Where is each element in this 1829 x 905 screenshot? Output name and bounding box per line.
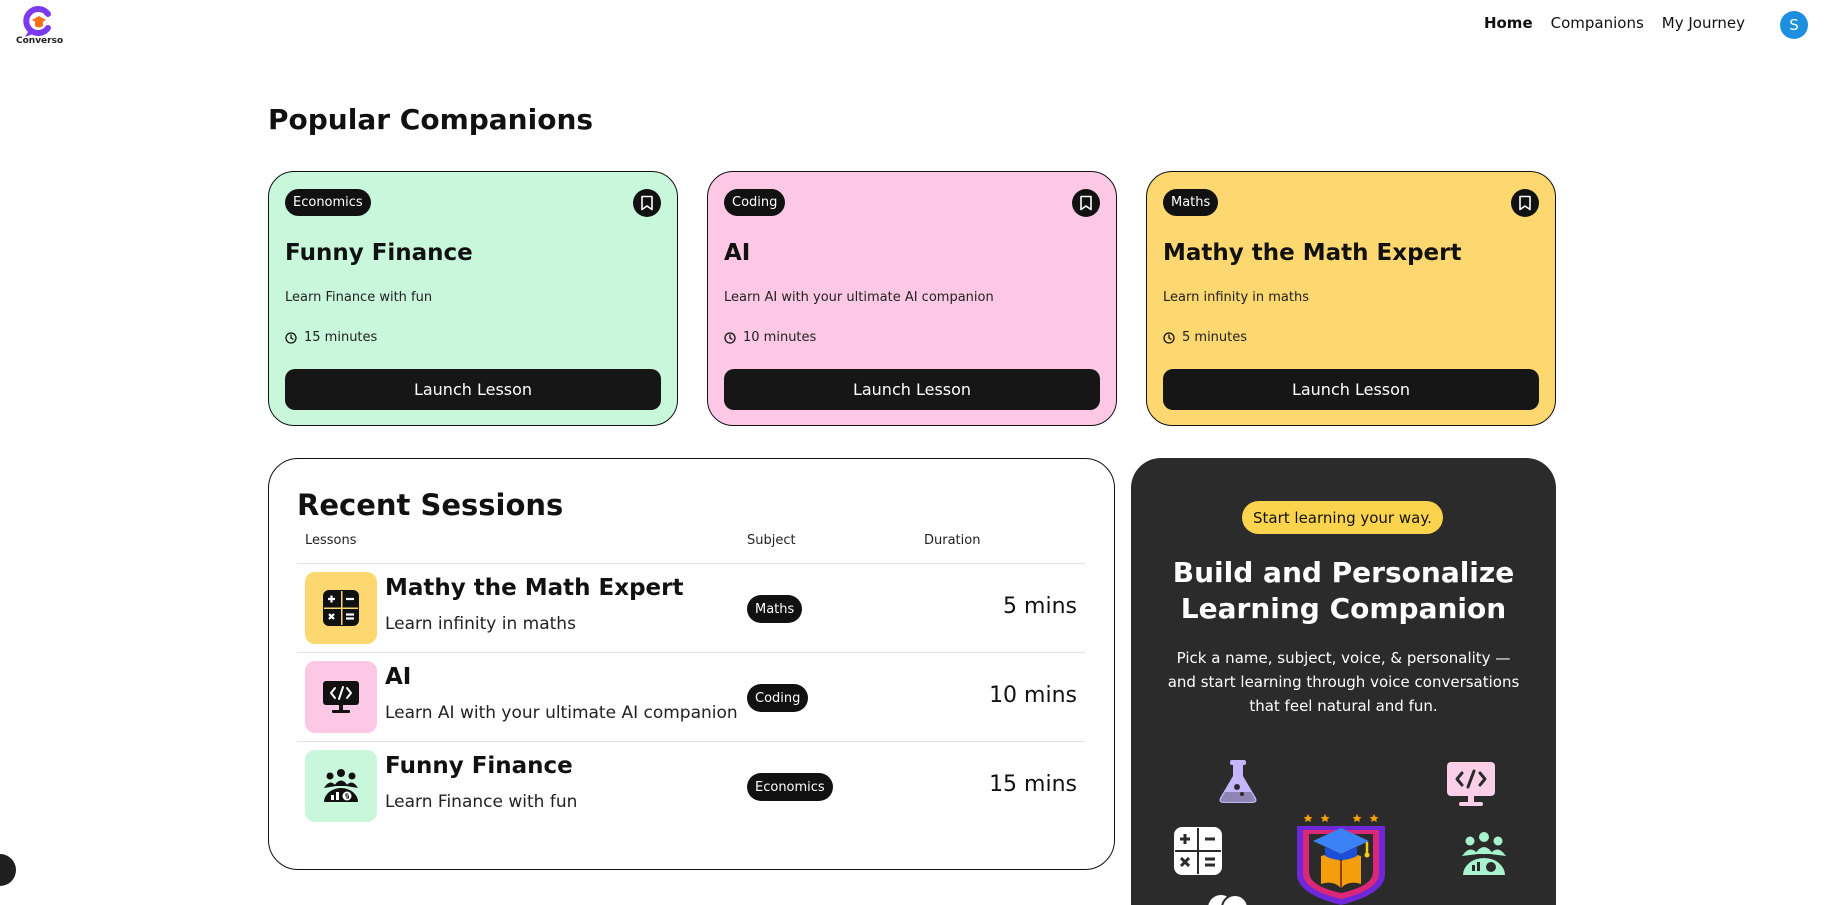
companion-description: Learn infinity in maths xyxy=(1163,290,1310,305)
cta-pill: Start learning your way. xyxy=(1242,501,1443,534)
side-toggle-button[interactable] xyxy=(0,854,16,886)
converso-logo[interactable]: Converso xyxy=(16,5,64,47)
subject-badge: Coding xyxy=(747,684,809,712)
companion-duration: 15 minutes xyxy=(285,330,377,345)
user-avatar[interactable]: S xyxy=(1780,11,1808,39)
clock-icon xyxy=(724,331,736,344)
finance-people-illustration-icon xyxy=(1462,832,1506,875)
session-row[interactable]: Funny Finance Learn Finance with fun Eco… xyxy=(297,742,1085,830)
bookmark-icon[interactable] xyxy=(633,189,661,217)
calculator-illustration-icon xyxy=(1174,827,1222,875)
companion-card-funny-finance: Economics Funny Finance Learn Finance wi… xyxy=(268,171,678,426)
bookmark-icon[interactable] xyxy=(1511,189,1539,217)
graduation-badge-icon xyxy=(1297,814,1385,905)
code-monitor-icon xyxy=(305,661,377,733)
code-monitor-illustration-icon xyxy=(1447,762,1495,806)
column-header-duration: Duration xyxy=(924,533,981,548)
companion-name: Funny Finance xyxy=(285,240,473,266)
recent-sessions-title: Recent Sessions xyxy=(297,488,564,522)
companion-description: Learn AI with your ultimate AI companion xyxy=(724,290,994,305)
session-description: Learn infinity in maths xyxy=(385,614,576,634)
logo-text: Converso xyxy=(16,36,64,46)
session-row[interactable]: Mathy the Math Expert Learn infinity in … xyxy=(297,564,1085,652)
companion-duration: 5 minutes xyxy=(1163,330,1247,345)
session-duration: 10 mins xyxy=(989,683,1077,708)
build-companion-cta: Start learning your way. Build and Perso… xyxy=(1131,458,1556,905)
companion-name: Mathy the Math Expert xyxy=(1163,240,1462,266)
launch-lesson-button[interactable]: Launch Lesson xyxy=(285,369,661,410)
nav-my-journey-link[interactable]: My Journey xyxy=(1662,14,1745,32)
subject-badge: Economics xyxy=(747,773,833,801)
session-name: AI xyxy=(385,664,412,690)
subject-badge: Coding xyxy=(724,189,786,216)
cta-description: Pick a name, subject, voice, & personali… xyxy=(1167,649,1520,715)
session-description: Learn Finance with fun xyxy=(385,792,578,812)
flask-icon xyxy=(1219,760,1257,803)
subject-badge: Maths xyxy=(1163,189,1219,216)
duration-text: 15 minutes xyxy=(304,330,378,345)
companion-card-mathy: Maths Mathy the Math Expert Learn infini… xyxy=(1146,171,1556,426)
navbar: Converso Home Companions My Journey S xyxy=(0,0,1829,52)
coins-icon xyxy=(1208,894,1249,905)
cta-title: Build and Personalize Learning Companion xyxy=(1172,556,1515,625)
session-duration: 15 mins xyxy=(989,772,1077,797)
bookmark-icon[interactable] xyxy=(1072,189,1100,217)
subject-badge: Maths xyxy=(747,595,803,623)
session-duration: 5 mins xyxy=(1003,594,1077,619)
companion-card-ai: Coding AI Learn AI with your ultimate AI… xyxy=(707,171,1117,426)
subject-badge: Economics xyxy=(285,189,371,216)
popular-companions-title: Popular Companions xyxy=(268,103,594,136)
clock-icon xyxy=(285,331,297,344)
column-header-subject: Subject xyxy=(747,533,796,548)
companion-description: Learn Finance with fun xyxy=(285,290,433,305)
duration-text: 5 minutes xyxy=(1182,330,1248,345)
duration-text: 10 minutes xyxy=(743,330,817,345)
session-description: Learn AI with your ultimate AI companion xyxy=(385,703,738,723)
nav-companions-link[interactable]: Companions xyxy=(1551,14,1644,32)
session-name: Funny Finance xyxy=(385,753,573,779)
calculator-icon xyxy=(305,572,377,644)
nav-links: Home Companions My Journey xyxy=(1484,14,1745,32)
session-name: Mathy the Math Expert xyxy=(385,575,684,601)
column-header-lessons: Lessons xyxy=(305,533,357,548)
companion-duration: 10 minutes xyxy=(724,330,816,345)
nav-home-link[interactable]: Home xyxy=(1484,14,1533,32)
clock-icon xyxy=(1163,331,1175,344)
session-row[interactable]: AI Learn AI with your ultimate AI compan… xyxy=(297,653,1085,741)
converso-logo-icon xyxy=(23,6,51,37)
recent-sessions-panel: Recent Sessions Lessons Subject Duration… xyxy=(268,458,1115,870)
launch-lesson-button[interactable]: Launch Lesson xyxy=(1163,369,1539,410)
companion-name: AI xyxy=(724,240,751,266)
launch-lesson-button[interactable]: Launch Lesson xyxy=(724,369,1100,410)
finance-people-icon xyxy=(305,750,377,822)
